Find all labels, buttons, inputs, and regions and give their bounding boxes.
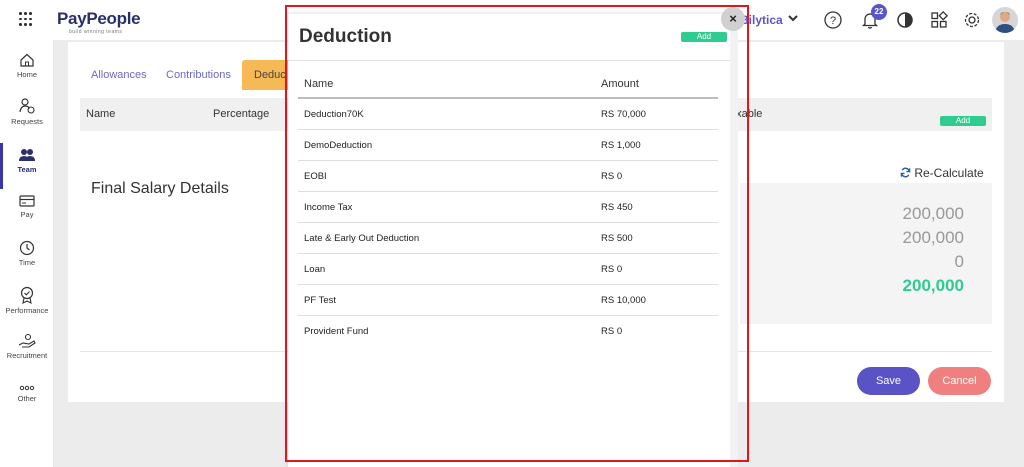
table-row[interactable]: Loan RS 0 <box>298 253 718 284</box>
table-row[interactable]: PF Test RS 10,000 <box>298 284 718 315</box>
deduction-name: Provident Fund <box>304 326 369 337</box>
sidebar-item-label: Recruitment <box>6 351 48 360</box>
deduction-amount: RS 0 <box>601 326 623 337</box>
table-row[interactable]: Income Tax RS 450 <box>298 191 718 222</box>
modal-add-button[interactable]: Add <box>681 32 727 42</box>
deduction-name: Deduction70K <box>304 109 364 120</box>
refresh-icon <box>900 167 911 178</box>
recalculate-label: Re-Calculate <box>914 166 984 180</box>
tab-allowances[interactable]: Allowances <box>91 60 147 90</box>
sidebar-item-team[interactable]: Team <box>0 143 54 189</box>
deduction-amount: RS 70,000 <box>601 109 646 120</box>
sidebar-item-label: Time <box>18 258 36 267</box>
more-icon <box>19 385 35 391</box>
column-percentage: Percentage <box>213 108 270 120</box>
column-amount: Amount <box>601 78 639 90</box>
performance-icon <box>20 286 34 304</box>
sidebar-item-label: Other <box>17 394 37 403</box>
deduction-name: PF Test <box>304 295 337 306</box>
deduction-modal: Deduction Add Name Amount Deduction70K R… <box>288 14 730 467</box>
save-button[interactable]: Save <box>857 367 920 395</box>
table-row[interactable]: Provident Fund RS 0 <box>298 315 718 346</box>
tab-contributions[interactable]: Contributions <box>166 60 231 90</box>
deduction-amount: RS 10,000 <box>601 295 646 306</box>
sidebar-item-recruitment[interactable]: Recruitment <box>0 333 54 360</box>
column-name: Name <box>86 108 116 120</box>
sidebar-item-label: Requests <box>11 117 43 126</box>
sidebar-item-label: Home <box>16 70 37 79</box>
svg-text:?: ? <box>830 15 836 27</box>
summary-gross: 200,000 <box>902 204 964 223</box>
sidebar-item-label: Pay <box>20 210 34 219</box>
widgets-icon[interactable] <box>929 10 949 30</box>
deduction-name: Income Tax <box>304 202 353 213</box>
sidebar-item-other[interactable]: Other <box>0 384 54 403</box>
sidebar: Home Requests Team Pay Time Performance … <box>0 40 54 467</box>
close-button[interactable]: × <box>721 7 745 31</box>
sidebar-item-home[interactable]: Home <box>0 52 54 79</box>
modal-header-divider <box>288 60 730 61</box>
modal-scrollbar[interactable] <box>730 14 738 467</box>
deduction-amount: RS 500 <box>601 233 633 244</box>
apps-grid-icon[interactable] <box>19 12 33 26</box>
deduction-name: Late & Early Out Deduction <box>304 233 420 244</box>
deduction-name: EOBI <box>304 171 327 182</box>
table-row[interactable]: DemoDeduction RS 1,000 <box>298 129 718 160</box>
table-row[interactable]: Late & Early Out Deduction RS 500 <box>298 222 718 253</box>
deduction-amount: RS 1,000 <box>601 140 641 151</box>
sidebar-item-performance[interactable]: Performance <box>0 286 54 315</box>
team-icon <box>19 149 35 161</box>
clock-icon <box>19 240 35 256</box>
add-button[interactable]: Add <box>940 116 986 126</box>
summary-box: 200,000 200,000 0 200,000 <box>740 183 992 324</box>
deduction-name: DemoDeduction <box>304 140 373 151</box>
logo-text: PayPeople <box>57 9 141 28</box>
summary-basic: 200,000 <box>902 228 964 247</box>
sidebar-item-requests[interactable]: Requests <box>0 97 54 126</box>
gear-icon[interactable] <box>962 10 982 30</box>
chevron-down-icon[interactable] <box>788 13 798 23</box>
deduction-amount: RS 450 <box>601 202 633 213</box>
table-row[interactable]: EOBI RS 0 <box>298 160 718 191</box>
logo-tagline: build winning teams <box>69 29 123 35</box>
final-salary-title: Final Salary Details <box>91 180 229 197</box>
company-selector[interactable]: Bilytica <box>740 13 783 27</box>
sidebar-item-time[interactable]: Time <box>0 240 54 267</box>
app-logo[interactable]: PayPeople build winning teams <box>57 9 141 35</box>
recalculate-button[interactable]: Re-Calculate <box>900 166 984 180</box>
user-avatar-icon <box>995 12 1015 33</box>
home-icon <box>20 53 34 67</box>
sidebar-item-label: Team <box>17 165 37 174</box>
help-icon[interactable]: ? <box>823 10 843 30</box>
summary-net: 200,000 <box>902 276 964 295</box>
requests-icon <box>19 98 35 114</box>
deduction-name: Loan <box>304 264 326 275</box>
sidebar-item-pay[interactable]: Pay <box>0 194 54 219</box>
user-avatar[interactable] <box>992 7 1018 33</box>
modal-title: Deduction <box>299 26 392 47</box>
summary-deductions: 0 <box>954 252 964 271</box>
deduction-amount: RS 0 <box>601 171 623 182</box>
column-name: Name <box>304 78 334 90</box>
deduction-amount: RS 0 <box>601 264 623 275</box>
pay-icon <box>19 195 35 207</box>
half-circle-icon[interactable] <box>895 10 915 30</box>
cancel-button[interactable]: Cancel <box>928 367 991 395</box>
sidebar-item-label: Performance <box>5 306 49 315</box>
recruitment-icon <box>18 333 36 348</box>
table-row[interactable]: Deduction70K RS 70,000 <box>298 97 718 128</box>
notification-badge: 22 <box>871 4 887 20</box>
